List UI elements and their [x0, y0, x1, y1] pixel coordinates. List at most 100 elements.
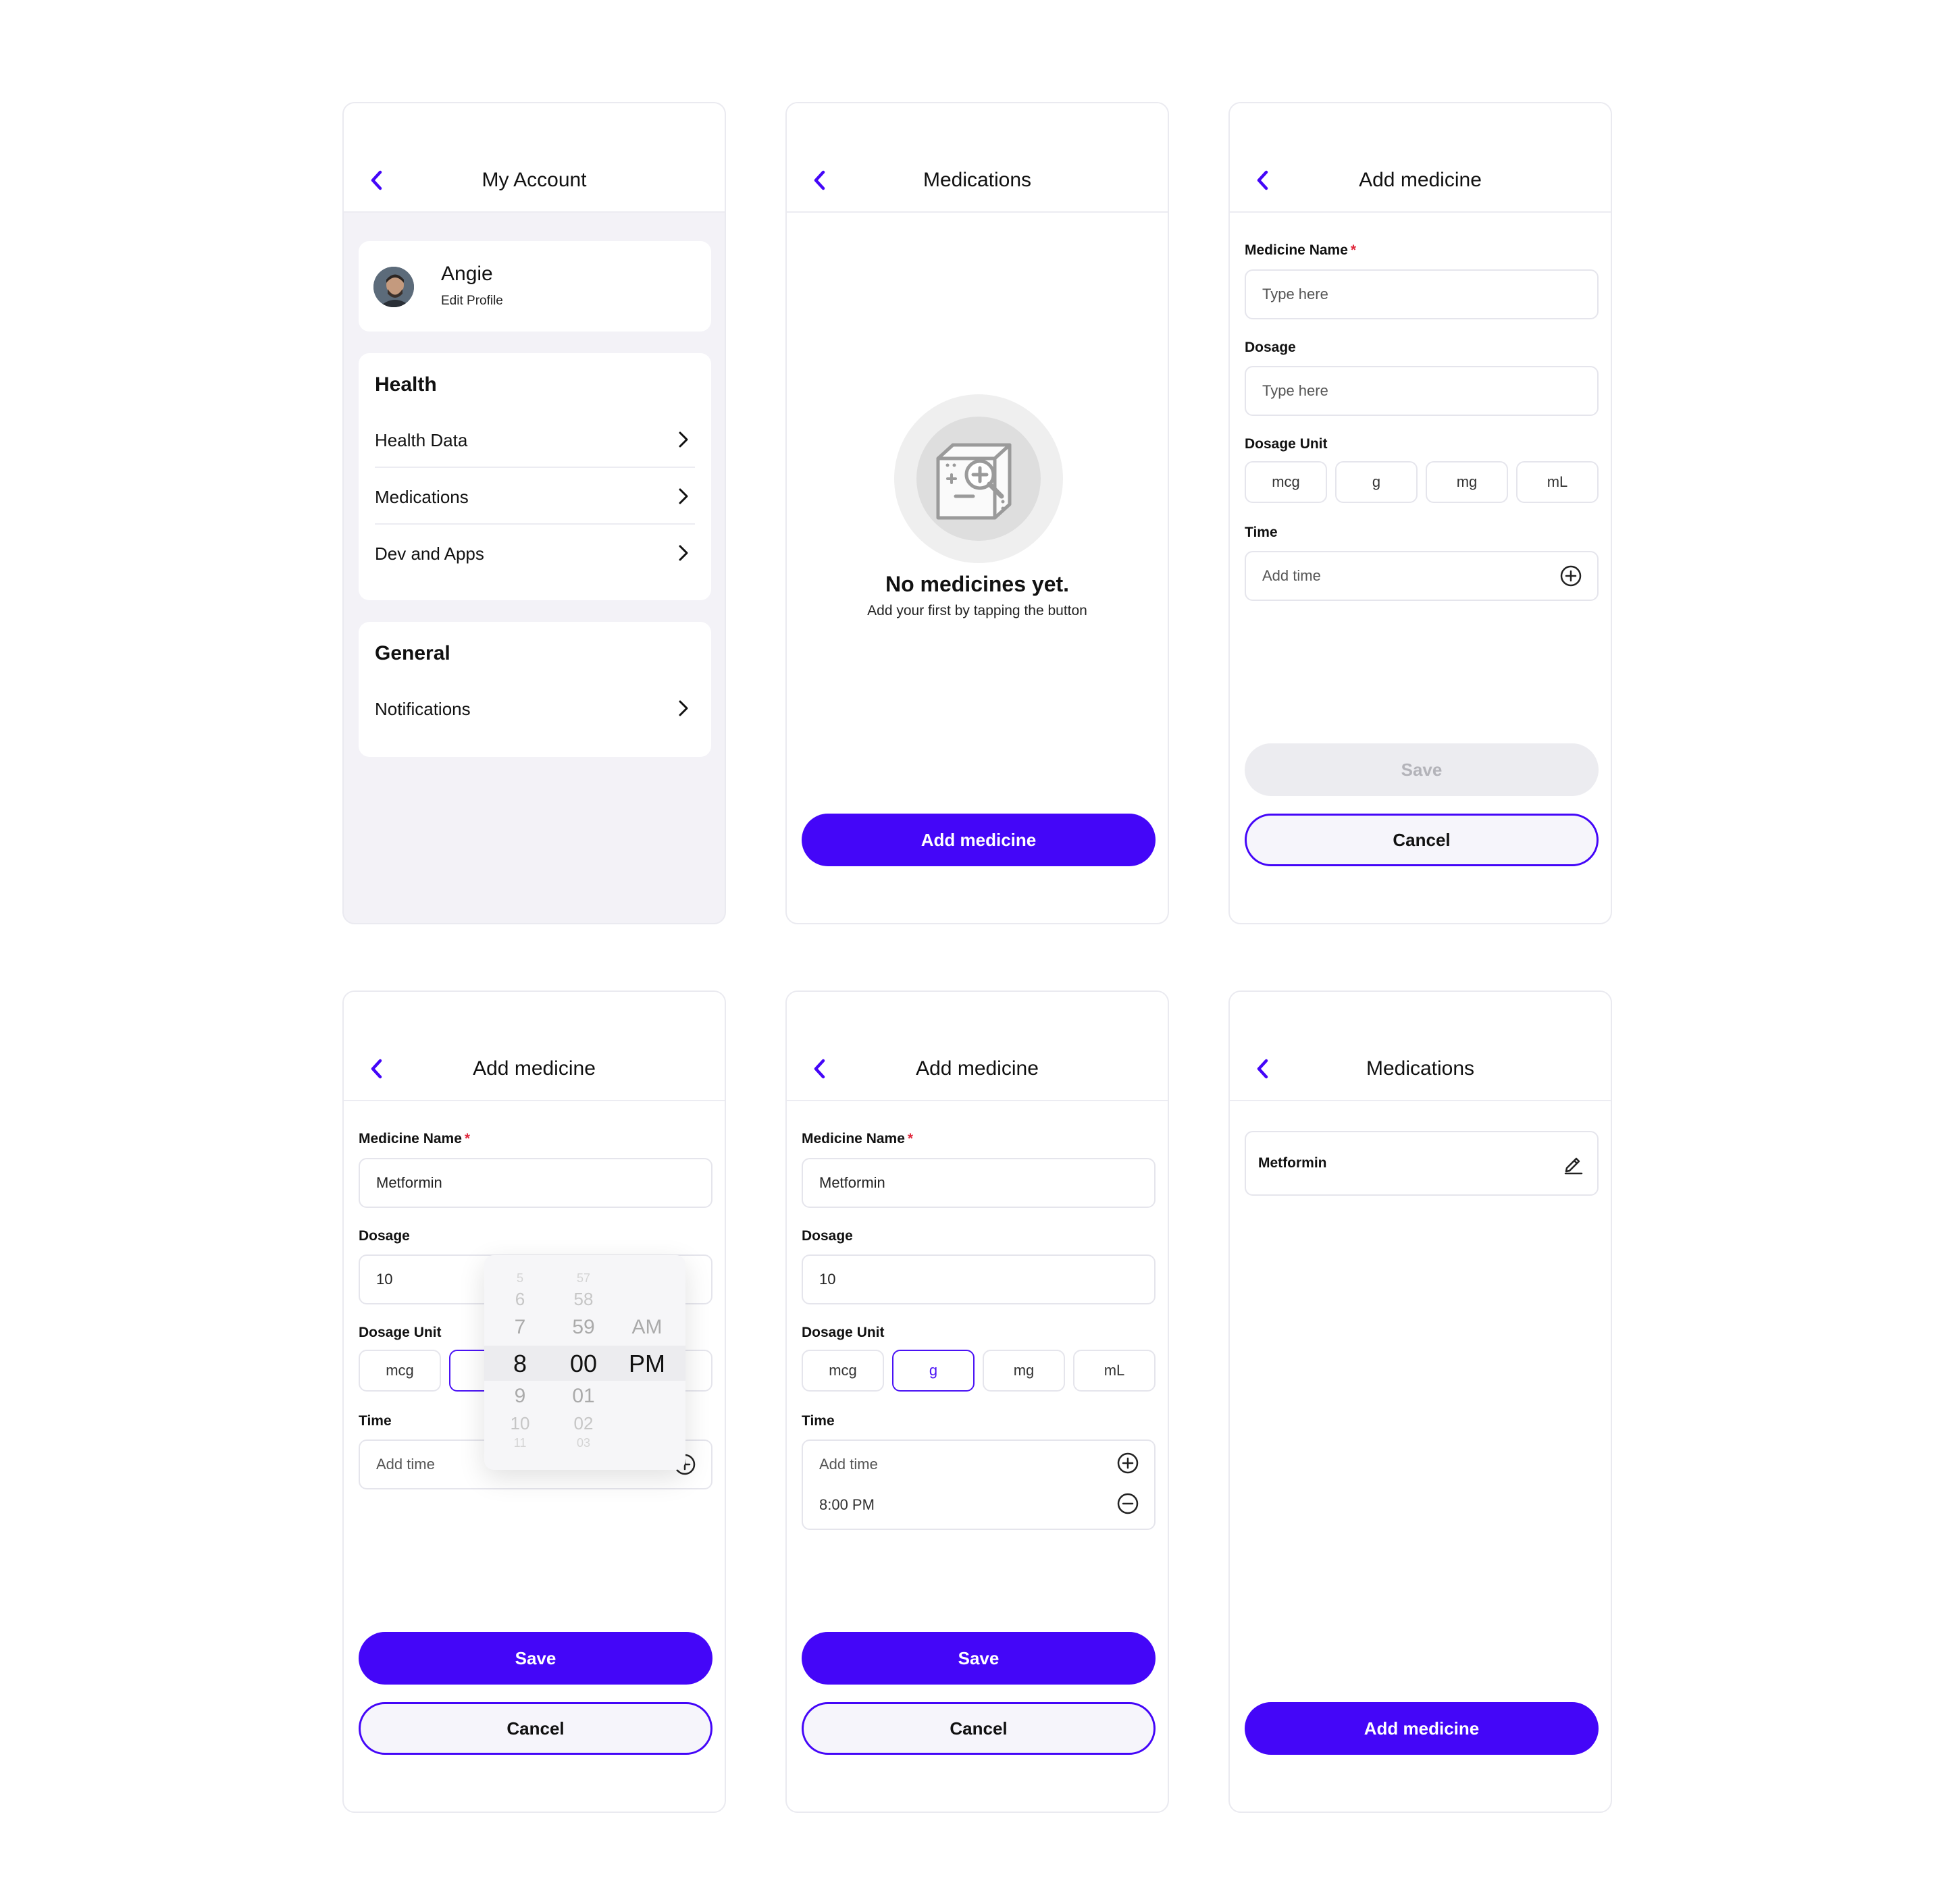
menu-item-dev-and-apps[interactable]: Dev and Apps [375, 525, 695, 581]
unit-option-g[interactable]: g [1335, 461, 1418, 503]
chevron-right-icon [679, 700, 688, 716]
unit-option-mcg[interactable]: mcg [359, 1350, 441, 1392]
picker-minute[interactable]: 58 [553, 1289, 614, 1310]
time-label: Time [802, 1413, 835, 1429]
plus-circle-icon[interactable] [1116, 1452, 1139, 1475]
picker-hour[interactable]: 10 [490, 1413, 550, 1434]
header: Add medicine [344, 992, 725, 1101]
profile-card[interactable]: Angie Edit Profile [359, 241, 711, 332]
health-section: Health Health Data Medications Dev and A… [359, 353, 711, 600]
add-medicine-button[interactable]: Add medicine [1245, 1702, 1599, 1755]
edit-profile-link[interactable]: Edit Profile [441, 294, 503, 309]
picker-period[interactable]: AM [617, 1316, 677, 1339]
general-section: General Notifications [359, 622, 711, 757]
medicine-name-label: Medicine Name * [359, 1131, 471, 1146]
picker-period-selected[interactable]: PM [617, 1350, 677, 1378]
screen-add-medicine-filled: Add medicine Medicine Name * Metformin Do… [785, 990, 1169, 1813]
plus-circle-icon[interactable] [1559, 564, 1582, 587]
dosage-unit-label: Dosage Unit [802, 1325, 885, 1340]
dosage-input[interactable]: Type here [1245, 366, 1599, 416]
cancel-button[interactable]: Cancel [802, 1702, 1156, 1755]
time-picker-wheel[interactable]: 5 6 7 8 9 10 11 57 58 59 00 01 02 03 AM … [484, 1255, 685, 1470]
add-time-field[interactable]: Add time [1245, 551, 1599, 601]
picker-hour[interactable]: 7 [490, 1316, 550, 1339]
dosage-label: Dosage [359, 1228, 410, 1244]
save-button-disabled[interactable]: Save [1245, 743, 1599, 796]
general-section-title: General [375, 642, 450, 664]
medication-list-item[interactable]: Metformin [1245, 1131, 1599, 1196]
dosage-unit-label: Dosage Unit [1245, 436, 1328, 452]
edit-pencil-icon[interactable] [1562, 1153, 1585, 1175]
menu-item-label: Health Data [375, 430, 468, 450]
menu-item-label: Notifications [375, 699, 471, 719]
unit-option-ml[interactable]: mL [1516, 461, 1599, 503]
header: Add medicine [1230, 103, 1611, 213]
header: Add medicine [787, 992, 1168, 1101]
unit-option-g-selected[interactable]: g [892, 1350, 975, 1392]
empty-medicine-box-icon [894, 394, 1063, 563]
picker-minute[interactable]: 03 [553, 1436, 614, 1450]
page-title: Add medicine [473, 1057, 596, 1080]
dosage-unit-label: Dosage Unit [359, 1325, 442, 1340]
menu-item-health-data[interactable]: Health Data [375, 411, 695, 468]
picker-hour[interactable]: 5 [490, 1271, 550, 1286]
required-asterisk: * [1350, 242, 1357, 258]
user-name: Angie [441, 263, 493, 285]
chevron-right-icon [679, 431, 688, 448]
dosage-input[interactable]: 10 [802, 1254, 1156, 1304]
required-asterisk: * [464, 1131, 471, 1146]
empty-state-title: No medicines yet. [885, 572, 1070, 596]
chevron-right-icon [679, 488, 688, 504]
unit-option-mg[interactable]: mg [1426, 461, 1508, 503]
time-list-box: Add time 8:00 PM [802, 1439, 1156, 1530]
save-button[interactable]: Save [359, 1632, 712, 1685]
medicine-name-input[interactable]: Metformin [359, 1158, 712, 1208]
add-medicine-button[interactable]: Add medicine [802, 814, 1156, 866]
cancel-button[interactable]: Cancel [359, 1702, 712, 1755]
page-title: Medications [1366, 1057, 1475, 1080]
picker-hour[interactable]: 9 [490, 1385, 550, 1408]
picker-minute-selected[interactable]: 00 [553, 1350, 614, 1378]
picker-minute[interactable]: 02 [553, 1413, 614, 1434]
unit-option-mcg[interactable]: mcg [802, 1350, 884, 1392]
menu-item-medications[interactable]: Medications [375, 468, 695, 525]
required-asterisk: * [907, 1131, 914, 1146]
screen-medications-list: Medications Metformin Add medicine [1228, 990, 1612, 1813]
medicine-name-input[interactable]: Metformin [802, 1158, 1156, 1208]
avatar [373, 267, 414, 307]
add-time-row[interactable]: Add time [819, 1456, 878, 1473]
dosage-label: Dosage [1245, 340, 1296, 355]
screen-add-medicine-picker: Add medicine Medicine Name * Metformin Do… [342, 990, 726, 1813]
screen-medications-empty: Medications No medicines yet. Add your f… [785, 102, 1169, 924]
picker-hour-selected[interactable]: 8 [490, 1350, 550, 1378]
chevron-right-icon [679, 545, 688, 561]
dosage-label: Dosage [802, 1228, 853, 1244]
picker-minute[interactable]: 59 [553, 1316, 614, 1339]
medicine-name-input[interactable]: Type here [1245, 269, 1599, 319]
header: Medications [1230, 992, 1611, 1101]
picker-minute[interactable]: 01 [553, 1385, 614, 1408]
unit-option-mg[interactable]: mg [983, 1350, 1065, 1392]
unit-option-mcg[interactable]: mcg [1245, 461, 1327, 503]
header: Medications [787, 103, 1168, 213]
picker-hour[interactable]: 6 [490, 1289, 550, 1310]
page-title: Medications [923, 169, 1032, 191]
avatar-photo-icon [373, 267, 414, 307]
empty-state-subtitle: Add your first by tapping the button [867, 603, 1087, 618]
medication-name: Metformin [1258, 1155, 1327, 1171]
minus-circle-icon[interactable] [1116, 1492, 1139, 1515]
page-title: Add medicine [916, 1057, 1039, 1080]
unit-option-ml[interactable]: mL [1073, 1350, 1156, 1392]
time-label: Time [359, 1413, 392, 1429]
menu-item-label: Dev and Apps [375, 544, 484, 564]
picker-minute[interactable]: 57 [553, 1271, 614, 1286]
menu-item-notifications[interactable]: Notifications [375, 680, 695, 737]
add-time-placeholder: Add time [376, 1456, 435, 1473]
menu-item-label: Medications [375, 487, 469, 507]
picker-hour[interactable]: 11 [490, 1436, 550, 1450]
screen-my-account: My Account Angie Edit Profile Health Hea… [342, 102, 726, 924]
cancel-button[interactable]: Cancel [1245, 814, 1599, 866]
save-button[interactable]: Save [802, 1632, 1156, 1685]
medicine-name-label: Medicine Name * [802, 1131, 914, 1146]
add-time-placeholder: Add time [1262, 567, 1321, 584]
